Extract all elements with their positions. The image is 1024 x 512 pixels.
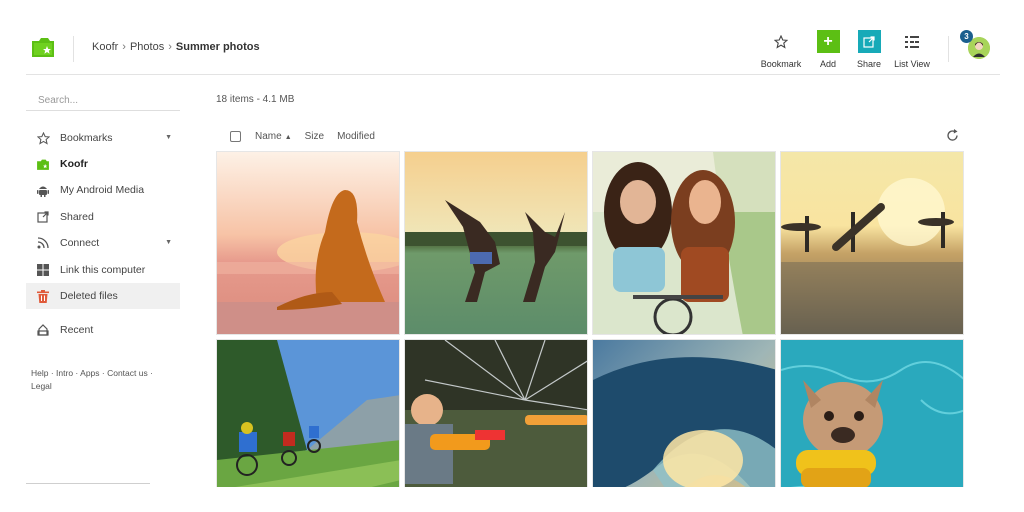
- sidebar-divider: [26, 483, 150, 484]
- sidebar-item-label: Koofr: [60, 158, 88, 170]
- sidebar-item-label: My Android Media: [60, 184, 145, 196]
- breadcrumb: Koofr › Photos › Summer photos: [92, 41, 260, 53]
- chevron-down-icon[interactable]: ▼: [165, 134, 172, 141]
- header-divider: [73, 36, 74, 62]
- select-all-checkbox[interactable]: [230, 130, 241, 142]
- photo-thumbnail[interactable]: [216, 339, 400, 487]
- contact-link[interactable]: Contact us: [107, 368, 148, 378]
- share-button[interactable]: Share: [854, 30, 884, 69]
- recent-icon: [36, 323, 50, 337]
- list-view-button[interactable]: List View: [892, 30, 932, 69]
- breadcrumb-koofr[interactable]: Koofr: [92, 41, 118, 53]
- sidebar-item-shared[interactable]: Shared: [26, 204, 180, 230]
- breadcrumb-current: Summer photos: [175, 41, 260, 53]
- breadcrumb-separator: ›: [122, 41, 126, 53]
- footer-links: Help · Intro · Apps · Contact us · Legal: [31, 368, 153, 391]
- sort-ascending-icon: ▲: [284, 133, 292, 141]
- sidebar-item-link-computer[interactable]: Link this computer: [26, 257, 180, 283]
- column-name[interactable]: Name ▲: [255, 131, 292, 142]
- breadcrumb-photos[interactable]: Photos: [130, 41, 164, 53]
- photo-thumbnail[interactable]: [592, 151, 776, 335]
- notification-badge[interactable]: 3: [960, 30, 973, 43]
- android-icon: [36, 183, 50, 197]
- sidebar-item-label: Link this computer: [60, 264, 146, 276]
- add-button[interactable]: + Add: [814, 30, 842, 69]
- list-view-label: List View: [894, 59, 930, 69]
- sidebar: Bookmarks ▼ Koofr My Android Media Share…: [26, 85, 180, 490]
- bookmark-button[interactable]: Bookmark: [759, 30, 803, 69]
- sidebar-item-label: Shared: [60, 211, 94, 223]
- column-headers: Name ▲ Size Modified: [230, 129, 388, 143]
- koofr-app: Koofr › Photos › Summer photos Bookmark + Ad…: [0, 0, 1024, 512]
- column-size[interactable]: Size: [305, 131, 324, 142]
- koofr-folder-icon: [36, 157, 50, 171]
- sidebar-item-android-media[interactable]: My Android Media: [26, 177, 180, 203]
- star-icon: [770, 30, 793, 53]
- top-header: Koofr › Photos › Summer photos Bookmark + Ad…: [26, 22, 1000, 75]
- trash-icon: [36, 289, 50, 303]
- help-link[interactable]: Help: [31, 368, 48, 378]
- rss-icon: [36, 236, 50, 250]
- sidebar-item-bookmarks[interactable]: Bookmarks ▼: [26, 125, 180, 151]
- sidebar-item-label: Recent: [60, 324, 94, 336]
- plus-icon: +: [816, 30, 840, 53]
- intro-link[interactable]: Intro: [56, 368, 73, 378]
- share-icon: [857, 30, 881, 53]
- sidebar-item-label: Deleted files: [60, 290, 118, 302]
- star-icon: [36, 131, 50, 145]
- legal-link[interactable]: Legal: [31, 381, 52, 391]
- photo-grid: [216, 151, 966, 487]
- photo-thumbnail[interactable]: [216, 151, 400, 335]
- sidebar-item-connect[interactable]: Connect ▼: [26, 230, 180, 256]
- sidebar-item-deleted-files[interactable]: Deleted files: [26, 283, 180, 309]
- photo-thumbnail[interactable]: [404, 151, 588, 335]
- apps-link[interactable]: Apps: [80, 368, 99, 378]
- photo-thumbnail[interactable]: [404, 339, 588, 487]
- bookmark-label: Bookmark: [760, 59, 802, 69]
- photo-thumbnail[interactable]: [780, 339, 964, 487]
- photo-thumbnail[interactable]: [780, 151, 964, 335]
- koofr-logo[interactable]: [30, 35, 56, 59]
- list-view-icon: [901, 30, 924, 53]
- share-label: Share: [856, 59, 882, 69]
- column-modified[interactable]: Modified: [337, 131, 375, 142]
- share-icon: [36, 210, 50, 224]
- sidebar-item-label: Connect: [60, 237, 100, 249]
- column-name-label: Name: [255, 130, 282, 142]
- sidebar-item-label: Bookmarks: [60, 132, 113, 144]
- breadcrumb-separator: ›: [168, 41, 172, 53]
- search-input[interactable]: [26, 91, 180, 111]
- sidebar-item-koofr[interactable]: Koofr: [26, 151, 180, 177]
- add-label: Add: [819, 59, 836, 69]
- folder-summary: 18 items - 4.1 MB: [216, 94, 295, 105]
- sidebar-item-recent[interactable]: Recent: [26, 317, 180, 343]
- chevron-down-icon[interactable]: ▼: [165, 239, 172, 246]
- refresh-icon[interactable]: [946, 129, 959, 142]
- photo-thumbnail[interactable]: [592, 339, 776, 487]
- header-divider: [948, 36, 949, 62]
- windows-icon: [36, 263, 50, 277]
